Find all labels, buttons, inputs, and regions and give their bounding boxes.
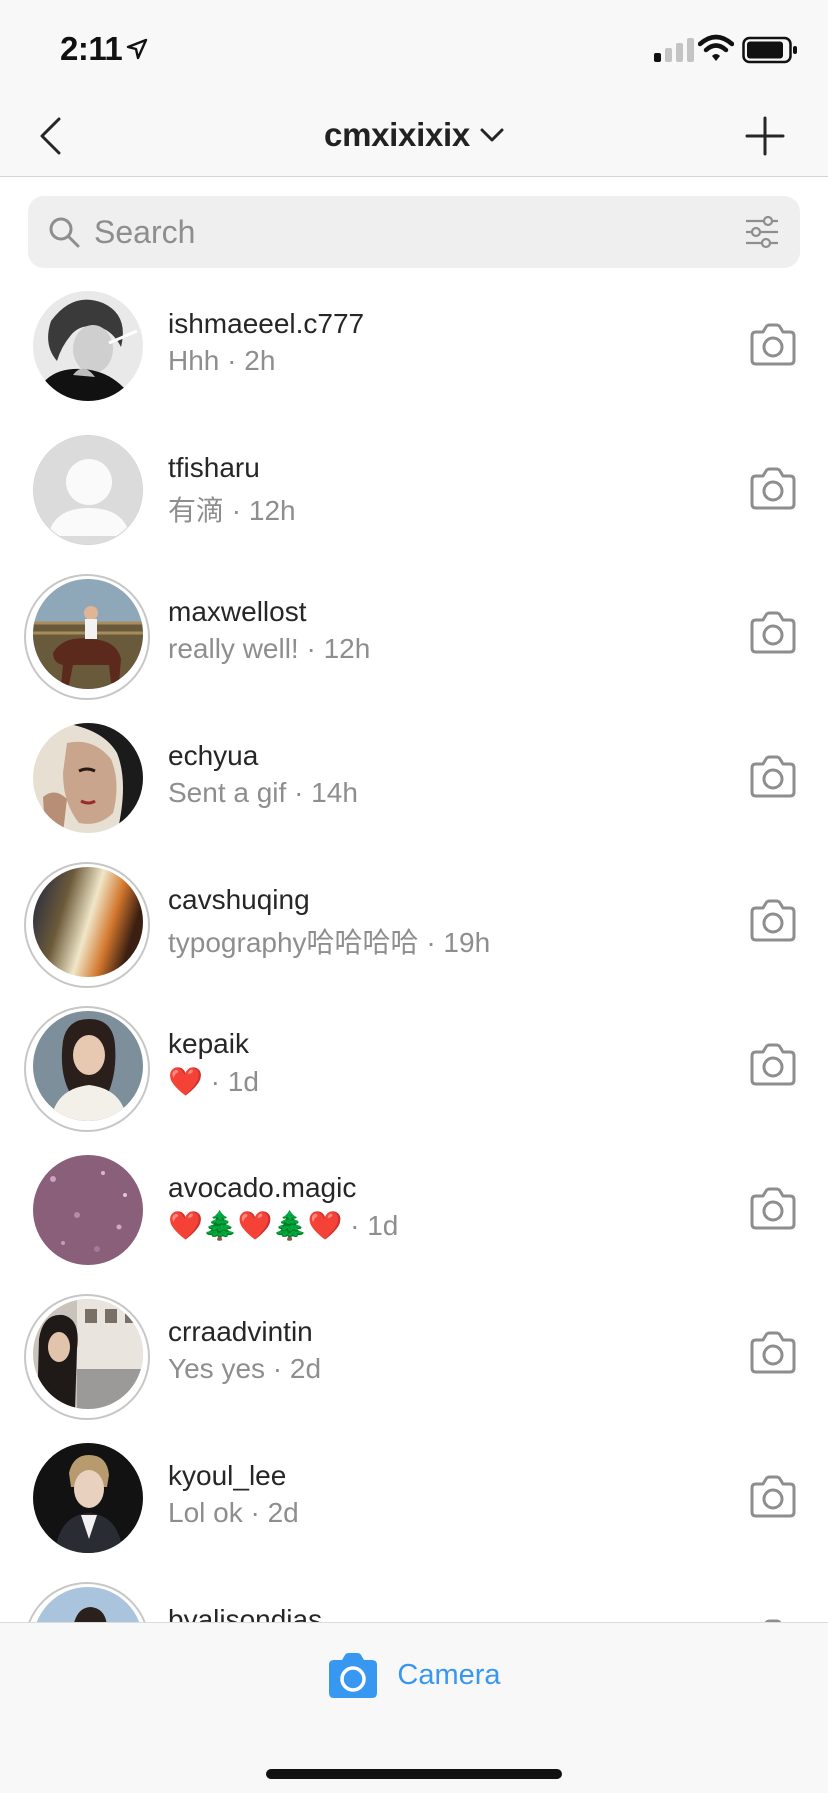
camera-label: Camera <box>397 1658 501 1691</box>
camera-icon[interactable] <box>748 466 798 512</box>
avatar <box>33 1011 143 1121</box>
avatar <box>33 435 143 545</box>
wifi-icon <box>698 34 734 61</box>
thread-username: tfisharu <box>168 452 260 483</box>
new-message-button[interactable] <box>740 108 790 164</box>
avatar <box>33 1443 143 1553</box>
thread-preview: typography哈哈哈哈 · 19h <box>168 927 491 958</box>
thread-preview: 有滴 · 12h <box>168 495 296 526</box>
camera-button[interactable]: Camera <box>0 1649 828 1701</box>
thread-preview: Lol ok · 2d <box>168 1497 299 1528</box>
bottom-bar: Camera <box>0 1622 828 1793</box>
camera-fill-icon <box>329 1653 378 1698</box>
avatar <box>33 1155 143 1265</box>
thread-row[interactable]: tfisharu 有滴 · 12h <box>0 416 828 560</box>
avatar <box>33 867 143 977</box>
thread-row[interactable]: kepaik ❤️ · 1d <box>0 992 828 1136</box>
thread-username: cavshuqing <box>168 884 310 915</box>
header: cmxixixix <box>0 100 828 177</box>
thread-preview: ❤️ · 1d <box>168 1066 259 1097</box>
thread-username: kyoul_lee <box>168 1460 287 1491</box>
thread-row[interactable]: maxwellost really well! · 12h <box>0 560 828 704</box>
search-input[interactable] <box>94 210 694 254</box>
thread-preview: Hhh · 2h <box>168 345 276 376</box>
camera-icon[interactable] <box>748 1186 798 1232</box>
thread-preview: Yes yes · 2d <box>168 1353 322 1384</box>
thread-row[interactable]: avocado.magic ❤️🌲❤️🌲❤️ · 1d <box>0 1136 828 1280</box>
thread-preview: ❤️🌲❤️🌲❤️ · 1d <box>168 1210 399 1241</box>
account-switcher[interactable]: cmxixixix <box>0 110 828 160</box>
chevron-down-icon <box>480 128 504 142</box>
thread-username: ishmaeeel.c777 <box>168 308 365 339</box>
thread-username: maxwellost <box>168 596 307 627</box>
plus-icon <box>745 116 785 156</box>
battery-icon <box>742 36 797 64</box>
camera-icon[interactable] <box>748 1042 798 1088</box>
thread-row[interactable]: crraadvintin Yes yes · 2d <box>0 1280 828 1424</box>
search-icon <box>49 217 80 248</box>
avatar <box>33 723 143 833</box>
avatar <box>33 1587 143 1622</box>
home-indicator[interactable] <box>266 1769 562 1779</box>
status-bar: 2:11 <box>0 0 828 100</box>
page-title: cmxixixix <box>324 116 470 153</box>
thread-username: avocado.magic <box>168 1172 357 1203</box>
thread-row[interactable]: cavshuqing typography哈哈哈哈 · 19h <box>0 848 828 992</box>
camera-icon[interactable] <box>748 754 798 800</box>
thread-row[interactable]: kyoul_lee Lol ok · 2d <box>0 1424 828 1568</box>
thread-username: byalisondias <box>168 1604 323 1622</box>
camera-icon[interactable] <box>748 1474 798 1520</box>
avatar <box>33 1299 143 1409</box>
thread-list: ishmaeeel.c777 Hhh · 2h tfisharu 有滴 · 12… <box>0 272 828 1622</box>
thread-preview: really well! · 12h <box>168 633 371 664</box>
camera-icon[interactable] <box>748 898 798 944</box>
thread-row[interactable]: echyua Sent a gif · 14h <box>0 704 828 848</box>
filter-icon[interactable] <box>744 214 780 250</box>
cellular-signal-icon <box>654 38 694 62</box>
camera-icon[interactable] <box>748 610 798 656</box>
search-bar <box>28 196 800 268</box>
status-time: 2:11 <box>60 30 123 67</box>
thread-row[interactable]: ishmaeeel.c777 Hhh · 2h <box>0 272 828 416</box>
thread-preview: Sent a gif · 14h <box>168 777 358 808</box>
camera-icon[interactable] <box>748 322 798 368</box>
thread-username: echyua <box>168 740 259 771</box>
thread-username: kepaik <box>168 1028 249 1059</box>
avatar <box>33 579 143 689</box>
avatar <box>33 291 143 401</box>
camera-icon[interactable] <box>748 1330 798 1376</box>
thread-username: crraadvintin <box>168 1316 313 1347</box>
thread-row[interactable]: byalisondias <box>0 1568 828 1622</box>
location-arrow-icon <box>126 38 148 60</box>
